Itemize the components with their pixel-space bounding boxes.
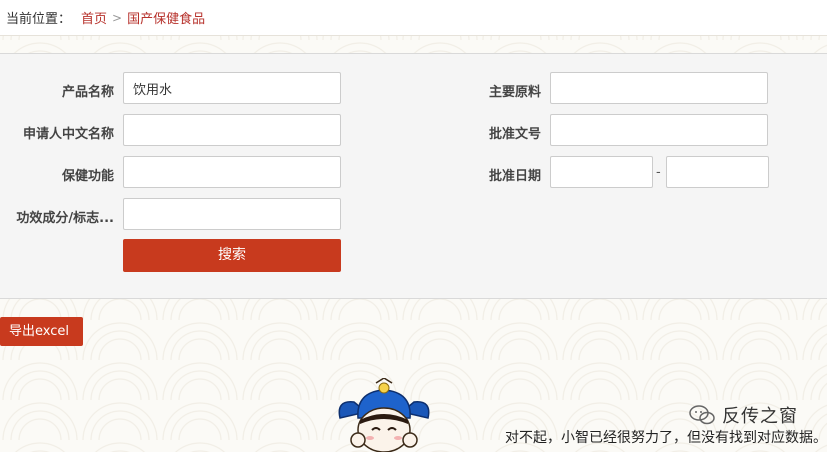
- product-name-label: 产品名称: [61, 85, 114, 100]
- health-function-input[interactable]: [123, 156, 341, 188]
- breadcrumb-label: 当前位置：: [6, 12, 72, 27]
- search-button[interactable]: 搜索: [123, 239, 341, 272]
- breadcrumb-home-link[interactable]: 首页: [81, 8, 107, 27]
- mascot-illustration: [338, 378, 430, 452]
- approval-number-label: 批准文号: [488, 127, 541, 142]
- breadcrumb-separator: >: [112, 10, 123, 25]
- approval-date-label: 批准日期: [488, 169, 541, 184]
- breadcrumb-current-link[interactable]: 国产保健食品: [127, 8, 205, 27]
- approval-date-end-input[interactable]: [666, 156, 769, 188]
- approval-date-start-input[interactable]: [550, 156, 653, 188]
- functional-component-input[interactable]: [123, 198, 341, 230]
- functional-component-label: 功效成分/标志...: [16, 211, 114, 226]
- date-range-separator: -: [656, 165, 661, 180]
- export-excel-button[interactable]: 导出excel: [0, 317, 83, 346]
- breadcrumb: 当前位置： 首页 > 国产保健食品: [0, 0, 827, 36]
- wechat-icon: [689, 405, 715, 425]
- health-function-label: 保健功能: [61, 169, 114, 184]
- empty-result-message: 对不起，小智已经很努力了，但没有找到对应数据。: [505, 430, 827, 446]
- main-ingredients-input[interactable]: [550, 72, 768, 104]
- product-name-input[interactable]: [123, 72, 341, 104]
- applicant-cn-name-input[interactable]: [123, 114, 341, 146]
- watermark: 反传之窗: [688, 402, 798, 428]
- search-panel: 产品名称 主要原料 申请人中文名称 批准文号 保健功能 批准日期 - 功效成分/…: [0, 53, 827, 299]
- approval-number-input[interactable]: [550, 114, 768, 146]
- applicant-cn-name-label: 申请人中文名称: [22, 127, 114, 142]
- watermark-text: 反传之窗: [722, 406, 798, 427]
- main-ingredients-label: 主要原料: [488, 85, 541, 100]
